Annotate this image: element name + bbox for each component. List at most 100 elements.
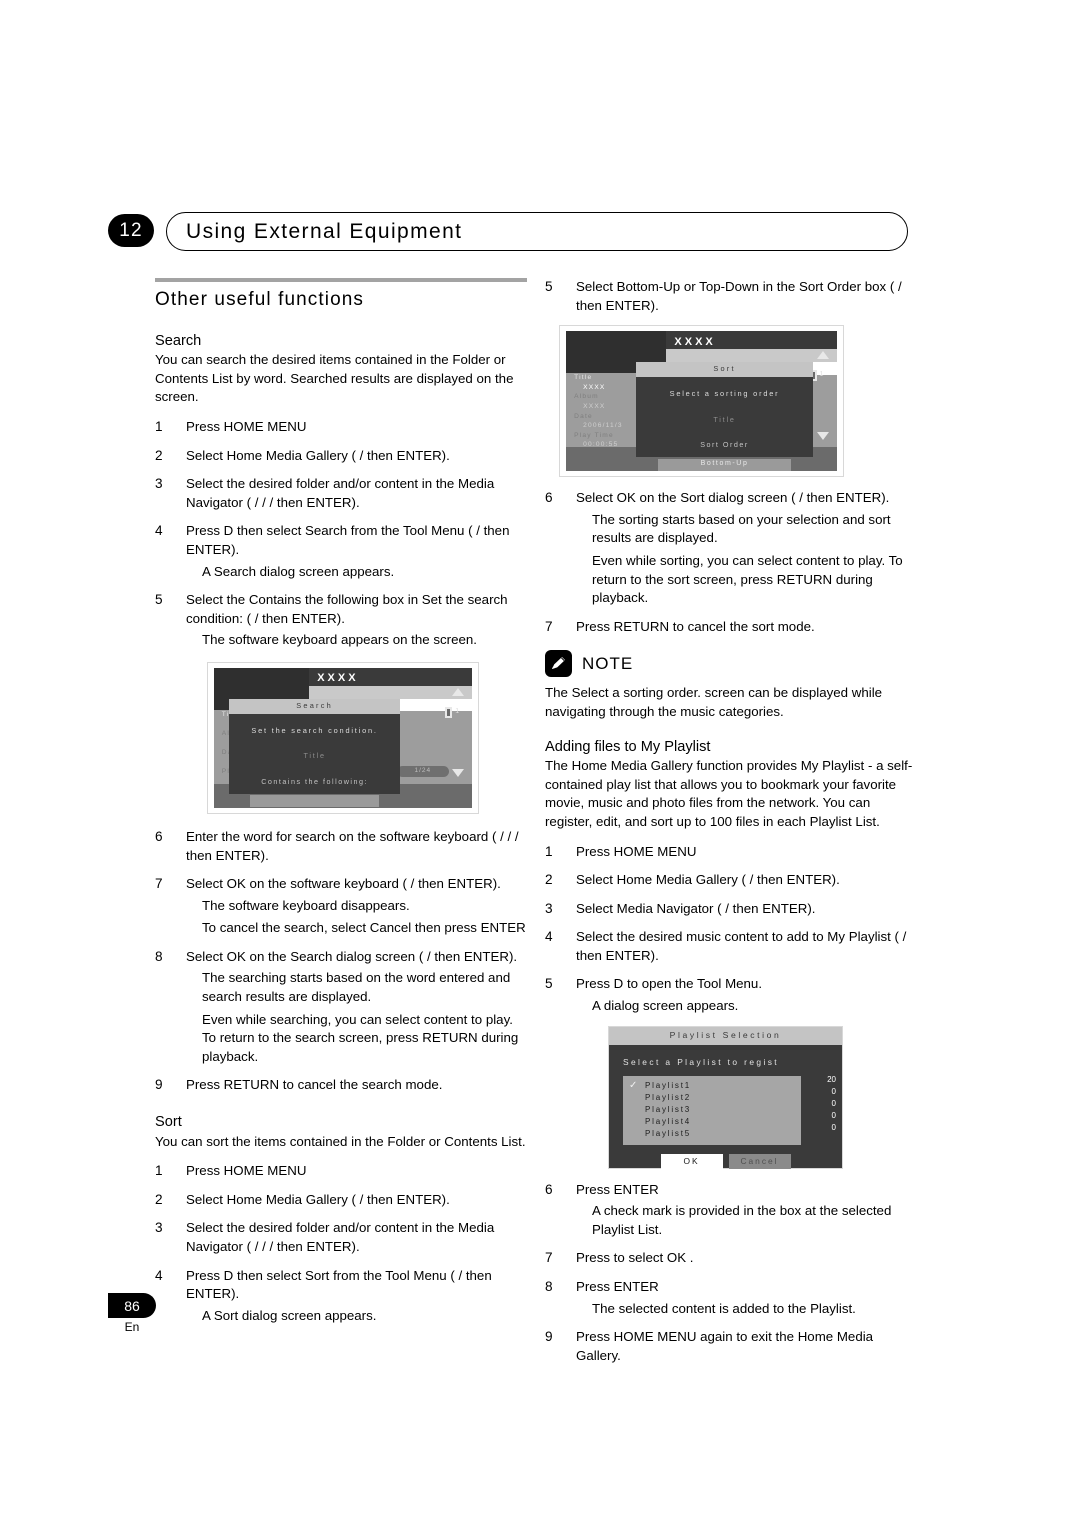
note-label: NOTE: [582, 653, 634, 673]
step-item: 3 Select the desired folder and/or conte…: [155, 1219, 527, 1256]
dialog-title: Search: [229, 698, 400, 714]
step-text: Press to select OK .: [576, 1250, 694, 1266]
step-text: Select Home Media Gallery ( / then ENTER…: [576, 872, 840, 888]
subsection-title-search: Search: [155, 332, 202, 349]
step-item: 9 Press RETURN to cancel the search mode…: [155, 1076, 527, 1095]
meta-album-label: Album: [574, 393, 599, 401]
left-column: Other useful functions Search You can se…: [155, 278, 527, 1335]
meta-date-value: 2006/11/3: [583, 422, 623, 430]
section-title: Other useful functions: [155, 289, 365, 310]
step-item: 6 Select OK on the Sort dialog screen ( …: [545, 489, 917, 608]
search-text-input[interactable]: [249, 795, 380, 808]
step-subtext: The software keyboard disappears.: [202, 897, 410, 913]
sort-intro: You can sort the items contained in the …: [155, 1133, 526, 1149]
step-text: Press RETURN to cancel the sort mode.: [576, 618, 815, 634]
step-item: 5 Select the Contains the following box …: [155, 591, 527, 650]
step-item: 1 Press HOME MENU: [545, 843, 917, 862]
step-item: 2 Select Home Media Gallery ( / then ENT…: [155, 447, 527, 466]
playlist-intro: The Home Media Gallery function provides…: [545, 758, 913, 829]
step-item: 5 Select Bottom-Up or Top-Down in the So…: [545, 278, 917, 315]
ok-button[interactable]: OK: [660, 1154, 723, 1170]
step-subtext: A dialog screen appears.: [592, 998, 739, 1014]
sort-dialog: Sort Select a sorting order Title Sort O…: [636, 361, 813, 471]
step-text: Press D to open the Tool Menu.: [576, 976, 763, 992]
playlist-list: ✓ Playlist1 Playlist2 Playlist3 Playlist…: [623, 1076, 801, 1146]
step-item: 7 Press to select OK .: [545, 1249, 917, 1268]
step-item: 6 Press ENTER A check mark is provided i…: [545, 1181, 917, 1240]
step-number: 2: [545, 872, 553, 888]
step-item: 7 Select OK on the software keyboard ( /…: [155, 875, 527, 938]
step-item: 3 Select the desired folder and/or conte…: [155, 475, 527, 512]
step-item: 4 Press D then select Search from the To…: [155, 522, 527, 581]
screen-title: XXXX: [674, 335, 716, 348]
meta-title-label: Title: [574, 374, 593, 382]
meta-playtime-label: Play Time: [574, 431, 614, 439]
step-text: Press HOME MENU again to exit the Home M…: [576, 1329, 874, 1363]
page-title: Using External Equipment: [186, 220, 463, 243]
step-number: 3: [155, 476, 163, 492]
dialog-buttons: OK Cancel: [609, 1154, 842, 1177]
meta-date-label: Date: [574, 412, 593, 420]
dialog-category: Title: [303, 751, 326, 761]
language-code: En: [124, 1320, 140, 1334]
step-text: Press HOME MENU: [576, 843, 697, 859]
playlist-count: 0: [831, 1122, 836, 1132]
scroll-up-arrow-icon[interactable]: [816, 350, 829, 359]
subsection-title-sort: Sort: [155, 1114, 182, 1131]
page-header: 12 Using External Equipment: [108, 212, 908, 252]
step-number: 1: [155, 1163, 163, 1179]
cancel-button[interactable]: Cancel: [728, 1154, 791, 1170]
dialog-category: Title: [713, 414, 736, 424]
step-number: 6: [545, 490, 553, 506]
tv-screen: XXXX 1/24 Title XXXX Album XXXX Date 200…: [566, 331, 837, 472]
step-subtext: The sorting starts based on your selecti…: [592, 511, 891, 546]
step-text: Select the desired folder and/or content…: [186, 476, 495, 510]
scroll-down-arrow-icon[interactable]: [452, 769, 465, 778]
step-text: Select Home Media Gallery ( / then ENTER…: [186, 447, 450, 463]
dialog-title: Sort: [636, 361, 813, 377]
step-subtext: Even while sorting, you can select conte…: [592, 552, 903, 606]
step-item: 8 Select OK on the Search dialog screen …: [155, 948, 527, 1067]
right-column: 5 Select Bottom-Up or Top-Down in the So…: [545, 278, 917, 1375]
list-row: [309, 686, 472, 699]
playlist-count: 0: [831, 1110, 836, 1120]
page-number-badge: 86: [108, 1293, 156, 1318]
dialog-prompt: Set the search condition.: [251, 725, 378, 735]
screen-title: XXXX: [317, 672, 359, 685]
note-header: NOTE: [545, 650, 917, 678]
step-number: 7: [545, 1250, 553, 1266]
step-number: 5: [155, 592, 163, 608]
step-text: Select Media Navigator ( / then ENTER).: [576, 900, 816, 916]
subsection-title-playlist: Adding files to My Playlist: [545, 738, 711, 755]
step-number: 4: [155, 523, 163, 539]
step-number: 9: [545, 1329, 553, 1345]
screenshot-sort-dialog: XXXX 1/24 Title XXXX Album XXXX Date 200…: [559, 325, 844, 478]
step-number: 8: [155, 948, 163, 964]
step-subtext: The searching starts based on the word e…: [202, 970, 511, 1005]
sort-order-select[interactable]: Bottom-Up: [657, 458, 792, 471]
battery-icon: [445, 706, 453, 718]
screenshot-playlist-dialog: Playlist Selection Select a Playlist to …: [608, 1025, 843, 1170]
step-number: 4: [545, 929, 553, 945]
dialog-field-label: Sort Order: [700, 440, 749, 450]
dialog-prompt: Select a sorting order: [669, 388, 780, 398]
step-item: 4 Select the desired music content to ad…: [545, 928, 917, 965]
step-text: Select OK on the Sort dialog screen ( / …: [576, 490, 890, 506]
step-number: 5: [545, 279, 553, 294]
list-row: [666, 349, 837, 362]
count-value: 1: [819, 371, 824, 379]
scroll-up-arrow-icon[interactable]: [452, 687, 465, 696]
step-number: 2: [155, 447, 163, 463]
step-number: 2: [155, 1191, 163, 1207]
search-dialog: Search Set the search condition. Title C…: [229, 698, 400, 808]
checkbox-icon[interactable]: ✓: [629, 1077, 645, 1096]
step-text: Select Home Media Gallery ( / then ENTER…: [186, 1191, 450, 1207]
step-item: 8 Press ENTER The selected content is ad…: [545, 1278, 917, 1318]
scroll-down-arrow-icon[interactable]: [816, 432, 829, 441]
list-item[interactable]: Playlist5: [623, 1128, 801, 1140]
step-text: Select Bottom-Up or Top-Down in the Sort…: [576, 279, 902, 313]
search-intro: You can search the desired items contain…: [155, 352, 514, 405]
step-text: Press ENTER: [576, 1181, 659, 1197]
dialog-field-label: Contains the following:: [261, 776, 369, 786]
step-number: 6: [155, 828, 163, 844]
